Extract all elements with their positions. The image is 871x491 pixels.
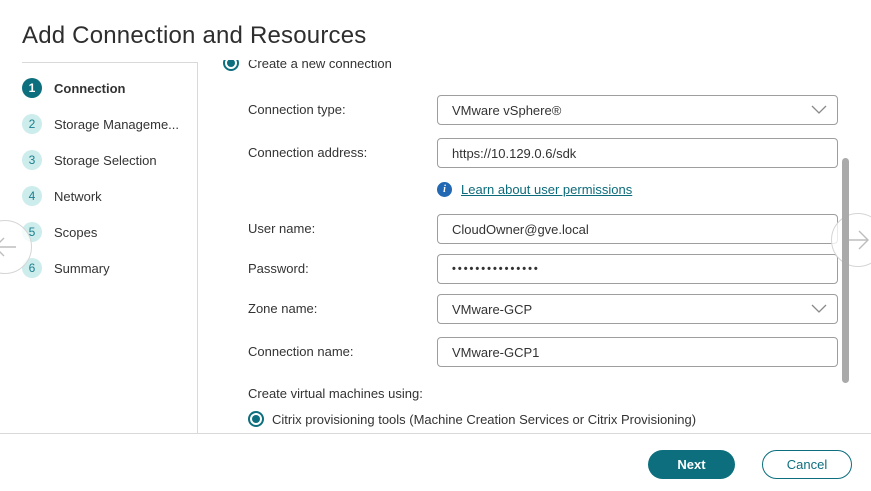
- zone-name-value: VMware-GCP: [452, 302, 532, 317]
- step-label: Network: [54, 189, 102, 204]
- user-name-label: User name:: [248, 221, 315, 236]
- sidebar-top-divider: [22, 62, 197, 63]
- connection-form: Create a new connection Connection type:…: [198, 60, 838, 433]
- step-label: Storage Manageme...: [54, 117, 179, 132]
- radio-selected-icon: [248, 411, 264, 427]
- step-item-scopes[interactable]: 5 Scopes: [22, 222, 97, 242]
- chevron-down-icon: [811, 105, 827, 115]
- connection-name-input[interactable]: [437, 337, 838, 367]
- password-label: Password:: [248, 261, 309, 276]
- create-vm-using-label: Create virtual machines using:: [248, 386, 423, 401]
- radio-label: Create a new connection: [248, 60, 392, 71]
- connection-type-select[interactable]: VMware vSphere®: [437, 95, 838, 125]
- step-number-badge: 2: [22, 114, 42, 134]
- connection-address-input[interactable]: [437, 138, 838, 168]
- info-icon: i: [437, 182, 452, 197]
- step-item-network[interactable]: 4 Network: [22, 186, 102, 206]
- step-item-storage-selection[interactable]: 3 Storage Selection: [22, 150, 157, 170]
- learn-permissions-link[interactable]: Learn about user permissions: [461, 182, 632, 197]
- step-number-badge: 4: [22, 186, 42, 206]
- step-label: Connection: [54, 81, 126, 96]
- left-arrow-icon: [0, 234, 18, 260]
- next-button[interactable]: Next: [648, 450, 735, 479]
- step-item-storage-management[interactable]: 2 Storage Manageme...: [22, 114, 179, 134]
- chevron-down-icon: [811, 304, 827, 314]
- permissions-info-row: i Learn about user permissions: [437, 182, 632, 197]
- step-item-connection[interactable]: 1 Connection: [22, 78, 126, 98]
- password-input[interactable]: [437, 254, 838, 284]
- radio-selected-icon: [223, 60, 239, 71]
- step-label: Storage Selection: [54, 153, 157, 168]
- create-new-connection-radio[interactable]: Create a new connection: [223, 60, 392, 71]
- citrix-provisioning-radio[interactable]: Citrix provisioning tools (Machine Creat…: [248, 411, 696, 427]
- zone-name-select[interactable]: VMware-GCP: [437, 294, 838, 324]
- connection-address-label: Connection address:: [248, 145, 367, 160]
- step-label: Summary: [54, 261, 110, 276]
- step-item-summary[interactable]: 6 Summary: [22, 258, 110, 278]
- step-label: Scopes: [54, 225, 97, 240]
- connection-type-value: VMware vSphere®: [452, 103, 561, 118]
- page-title: Add Connection and Resources: [22, 22, 366, 50]
- radio-label: Citrix provisioning tools (Machine Creat…: [272, 412, 696, 427]
- step-number-badge: 3: [22, 150, 42, 170]
- wizard-footer: Next Cancel: [0, 433, 871, 491]
- connection-type-label: Connection type:: [248, 102, 346, 117]
- step-number-badge: 1: [22, 78, 42, 98]
- zone-name-label: Zone name:: [248, 301, 317, 316]
- user-name-input[interactable]: [437, 214, 838, 244]
- cancel-button[interactable]: Cancel: [762, 450, 852, 479]
- connection-name-label: Connection name:: [248, 344, 354, 359]
- vertical-scrollbar-thumb[interactable]: [842, 158, 849, 383]
